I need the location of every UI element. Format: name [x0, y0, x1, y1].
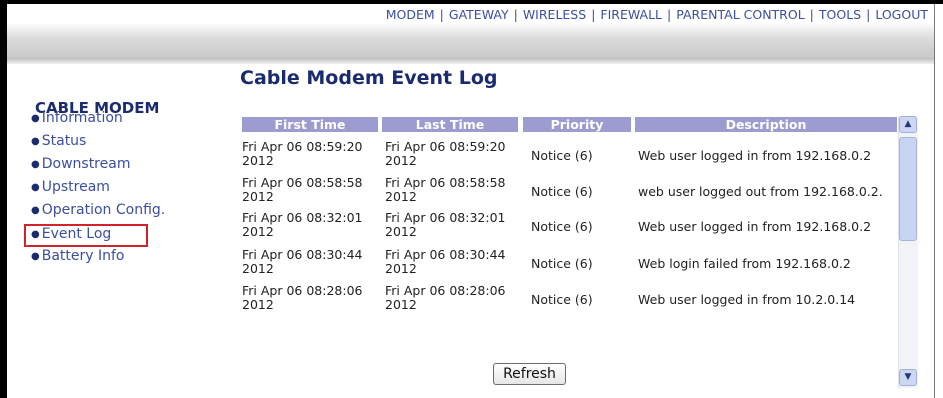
column-header-description: Description	[635, 117, 897, 132]
nav-modem-link[interactable]: MODEM	[386, 7, 435, 22]
scroll-up-button[interactable]: ▲	[899, 116, 917, 133]
bullet-icon: ●	[31, 182, 40, 193]
column-header-priority: Priority	[523, 117, 631, 132]
nav-gateway-link[interactable]: GATEWAY	[449, 7, 509, 22]
column-header-first-time: First Time	[242, 117, 378, 132]
last-time-datetime: Fri Apr 06 08:30:44	[385, 247, 506, 262]
chevron-down-icon: ▼	[904, 372, 912, 382]
bullet-icon: ●	[31, 251, 40, 262]
table-cell-first-time: Fri Apr 06 08:32:01 2012	[242, 211, 362, 239]
nav-separator: |	[513, 7, 518, 22]
bullet-icon: ●	[31, 113, 40, 124]
table-cell-first-time: Fri Apr 06 08:58:58 2012	[242, 176, 362, 204]
chevron-up-icon: ▲	[904, 119, 912, 129]
table-cell-first-time: Fri Apr 06 08:30:44 2012	[242, 248, 362, 276]
bullet-icon: ●	[31, 159, 40, 170]
table-cell-description: Web user logged in from 10.2.0.14	[638, 292, 856, 307]
table-cell-last-time: Fri Apr 06 08:32:01 2012	[385, 211, 505, 239]
event-log-table: First Time Last Time Priority Descriptio…	[240, 117, 918, 389]
nav-parental-control-link[interactable]: PARENTAL CONTROL	[676, 7, 804, 22]
table-cell-last-time: Fri Apr 06 08:28:06 2012	[385, 284, 505, 312]
first-time-datetime: Fri Apr 06 08:32:01	[242, 210, 363, 225]
table-cell-priority: Notice (6)	[531, 256, 593, 271]
last-time-datetime: Fri Apr 06 08:59:20	[385, 139, 506, 154]
table-cell-description: web user logged out from 192.168.0.2.	[638, 184, 883, 199]
first-time-datetime: Fri Apr 06 08:58:58	[242, 175, 363, 190]
sidebar-item-battery-info[interactable]: ● Battery Info	[31, 246, 125, 266]
column-header-last-time: Last Time	[382, 117, 518, 132]
table-cell-description: Web login failed from 192.168.0.2	[638, 256, 851, 271]
sidebar-item-label: Battery Info	[41, 248, 125, 264]
sidebar-item-label: Downstream	[41, 156, 131, 172]
last-time-datetime: Fri Apr 06 08:28:06	[385, 283, 506, 298]
first-time-year: 2012	[242, 153, 274, 168]
table-cell-first-time: Fri Apr 06 08:59:20 2012	[242, 140, 362, 168]
nav-separator: |	[439, 7, 444, 22]
selected-item-highlight	[24, 224, 148, 247]
nav-wireless-link[interactable]: WIRELESS	[523, 7, 586, 22]
first-time-year: 2012	[242, 189, 274, 204]
last-time-datetime: Fri Apr 06 08:32:01	[385, 210, 506, 225]
top-navigation: MODEM | GATEWAY | WIRELESS | FIREWALL | PARENTAL…	[7, 4, 934, 26]
nav-separator: |	[591, 7, 596, 22]
bullet-icon: ●	[31, 136, 40, 147]
table-cell-priority: Notice (6)	[531, 148, 593, 163]
sidebar-item-information[interactable]: ● Information	[31, 108, 123, 128]
first-time-year: 2012	[242, 224, 274, 239]
last-time-year: 2012	[385, 224, 417, 239]
window-frame-left	[0, 0, 7, 398]
scroll-down-button[interactable]: ▼	[899, 369, 917, 386]
nav-firewall-link[interactable]: FIREWALL	[600, 7, 662, 22]
last-time-year: 2012	[385, 153, 417, 168]
last-time-year: 2012	[385, 261, 417, 276]
nav-tools-link[interactable]: TOOLS	[819, 7, 861, 22]
sidebar-item-status[interactable]: ● Status	[31, 131, 86, 151]
nav-logout-link[interactable]: LOGOUT	[875, 7, 928, 22]
table-cell-first-time: Fri Apr 06 08:28:06 2012	[242, 284, 362, 312]
refresh-button[interactable]: Refresh	[493, 363, 566, 385]
sidebar-item-downstream[interactable]: ● Downstream	[31, 154, 130, 174]
first-time-year: 2012	[242, 297, 274, 312]
sidebar-item-label: Status	[41, 133, 87, 149]
first-time-year: 2012	[242, 261, 274, 276]
window-frame-right	[934, 4, 935, 398]
sidebar-item-operation-config[interactable]: ● Operation Config.	[31, 200, 165, 220]
table-cell-priority: Notice (6)	[531, 184, 593, 199]
last-time-year: 2012	[385, 189, 417, 204]
header-banner	[7, 24, 934, 64]
nav-separator: |	[809, 7, 814, 22]
table-cell-last-time: Fri Apr 06 08:30:44 2012	[385, 248, 505, 276]
first-time-datetime: Fri Apr 06 08:28:06	[242, 283, 363, 298]
table-cell-priority: Notice (6)	[531, 292, 593, 307]
page-title: Cable Modem Event Log	[240, 67, 498, 89]
table-cell-priority: Notice (6)	[531, 219, 593, 234]
sidebar-item-label: Operation Config.	[41, 202, 166, 218]
nav-separator: |	[667, 7, 672, 22]
first-time-datetime: Fri Apr 06 08:30:44	[242, 247, 363, 262]
table-cell-description: Web user logged in from 192.168.0.2	[638, 148, 872, 163]
vertical-scrollbar[interactable]: ▲ ▼	[898, 116, 918, 388]
sidebar-item-upstream[interactable]: ● Upstream	[31, 177, 110, 197]
table-cell-last-time: Fri Apr 06 08:59:20 2012	[385, 140, 505, 168]
bullet-icon: ●	[31, 205, 40, 216]
table-cell-last-time: Fri Apr 06 08:58:58 2012	[385, 176, 505, 204]
sidebar-item-label: Information	[41, 110, 123, 126]
last-time-year: 2012	[385, 297, 417, 312]
scroll-thumb[interactable]	[899, 137, 917, 241]
table-cell-description: Web user logged in from 192.168.0.2	[638, 219, 872, 234]
sidebar-item-label: Upstream	[41, 179, 110, 195]
last-time-datetime: Fri Apr 06 08:58:58	[385, 175, 506, 190]
first-time-datetime: Fri Apr 06 08:59:20	[242, 139, 363, 154]
nav-separator: |	[866, 7, 871, 22]
